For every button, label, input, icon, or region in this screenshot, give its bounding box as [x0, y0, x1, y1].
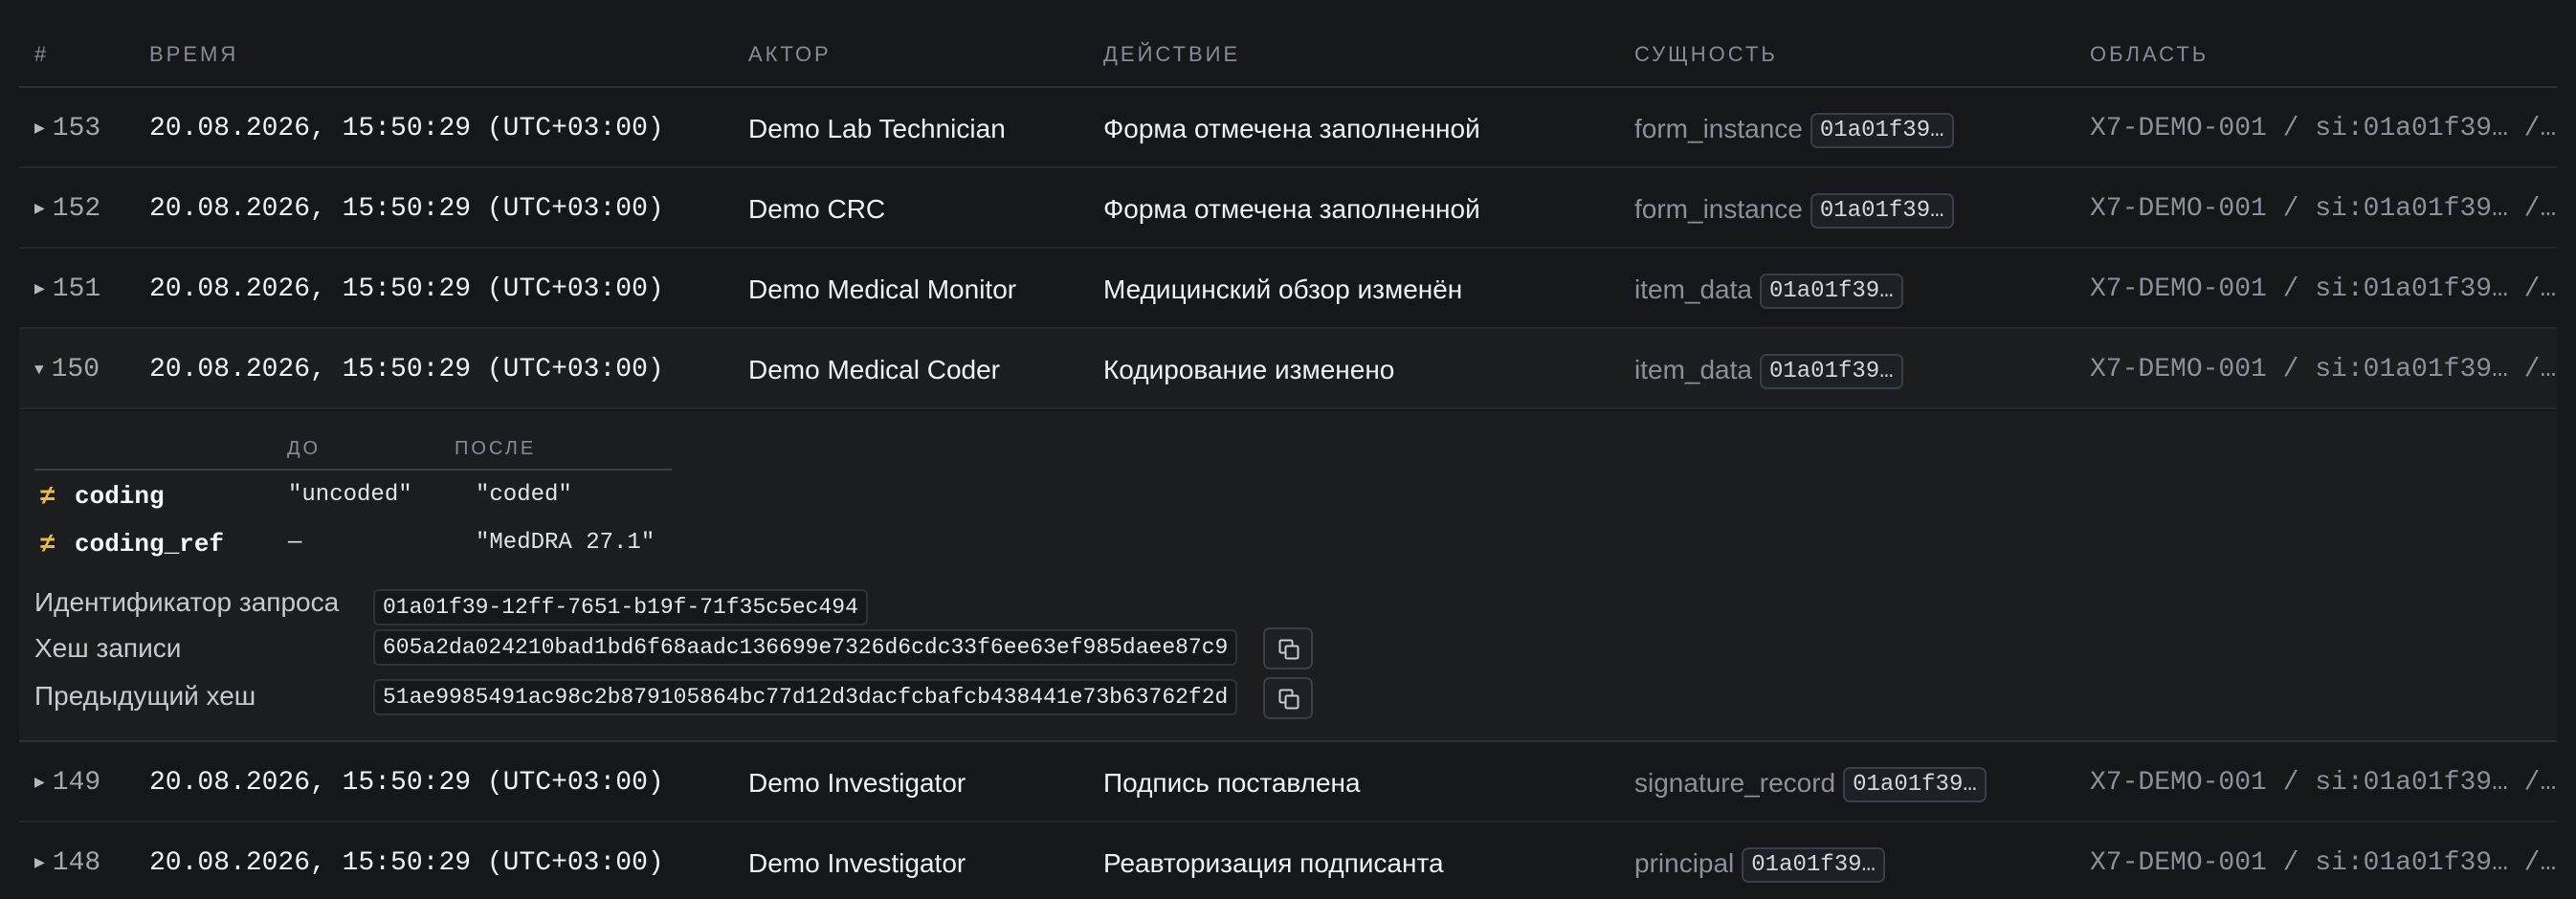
row-area: X7-DEMO-001 / si:01a01f39… /…	[2090, 848, 2557, 878]
table-row-expanded[interactable]: ▼ 150 20.08.2026, 15:50:29 (UTC+03:00) De…	[19, 329, 2557, 409]
row-number-value: 148	[52, 848, 101, 878]
entity-type: item_data	[1634, 355, 1752, 384]
col-header-actor: АКТОР	[748, 42, 832, 66]
row-actor: Demo Medical Coder	[748, 355, 1000, 384]
caret-right-icon[interactable]: ▶	[34, 202, 45, 217]
prev-hash-value[interactable]: 51ae9985491ac98c2b879105864bc77d12d3dacf…	[373, 679, 1238, 715]
row-number: ▶ 149	[34, 768, 100, 798]
diff-divider	[34, 469, 672, 471]
row-entity: item_data 01a01f39…	[1634, 354, 1903, 391]
table-row[interactable]: ▶ 153 20.08.2026, 15:50:29 (UTC+03:00) De…	[19, 88, 2557, 168]
diff-key: coding_ref	[75, 530, 225, 559]
table-row[interactable]: ▶ 149 20.08.2026, 15:50:29 (UTC+03:00) De…	[19, 742, 2557, 822]
row-action: Реавторизация подписанта	[1103, 848, 1444, 878]
col-header-area: ОБЛАСТЬ	[2090, 42, 2210, 66]
copy-prev-hash-button[interactable]	[1263, 677, 1313, 719]
row-action: Форма отмечена заполненной	[1103, 114, 1480, 143]
caret-right-icon[interactable]: ▶	[34, 776, 45, 791]
diff-before-header: ДО	[287, 438, 322, 459]
row-number: ▶ 152	[34, 194, 100, 224]
entity-type: principal	[1634, 848, 1735, 878]
table-row[interactable]: ▶ 151 20.08.2026, 15:50:29 (UTC+03:00) De…	[19, 249, 2557, 329]
request-id-label: Идентификатор запроса	[34, 587, 340, 617]
entity-type: item_data	[1634, 274, 1752, 304]
entity-type: form_instance	[1634, 114, 1803, 143]
copy-icon	[1278, 639, 1299, 660]
row-number: ▶ 151	[34, 274, 100, 304]
copy-icon	[1278, 689, 1299, 710]
copy-hash-button[interactable]	[1263, 627, 1313, 669]
row-time: 20.08.2026, 15:50:29 (UTC+03:00)	[149, 194, 664, 224]
row-action: Медицинский обзор изменён	[1103, 274, 1463, 304]
col-header-num: #	[34, 42, 50, 66]
row-action: Подпись поставлена	[1103, 768, 1361, 798]
row-action: Форма отмечена заполненной	[1103, 194, 1480, 224]
col-header-entity: СУЩНОСТЬ	[1634, 42, 1778, 66]
caret-right-icon[interactable]: ▶	[34, 282, 45, 297]
row-time: 20.08.2026, 15:50:29 (UTC+03:00)	[149, 848, 664, 878]
row-entity: form_instance 01a01f39…	[1634, 193, 1954, 230]
row-time: 20.08.2026, 15:50:29 (UTC+03:00)	[149, 114, 664, 143]
entity-type: signature_record	[1634, 768, 1836, 798]
row-detail-panel: ДО ПОСЛЕ ≠ coding "uncoded" "coded" ≠ co…	[19, 411, 2557, 742]
entity-type: form_instance	[1634, 194, 1803, 224]
diff-after-value: "MedDRA 27.1"	[476, 530, 655, 556]
not-equal-icon: ≠	[40, 528, 56, 558]
row-time: 20.08.2026, 15:50:29 (UTC+03:00)	[149, 768, 664, 798]
row-area: X7-DEMO-001 / si:01a01f39… /…	[2090, 114, 2557, 143]
row-area: X7-DEMO-001 / si:01a01f39… /…	[2090, 768, 2557, 798]
table-row[interactable]: ▶ 148 20.08.2026, 15:50:29 (UTC+03:00) De…	[19, 822, 2557, 899]
row-entity: signature_record 01a01f39…	[1634, 767, 1987, 804]
row-entity: item_data 01a01f39…	[1634, 274, 1903, 311]
diff-before-value: "uncoded"	[288, 482, 412, 508]
row-action: Кодирование изменено	[1103, 355, 1395, 384]
row-area: X7-DEMO-001 / si:01a01f39… /…	[2090, 274, 2557, 304]
row-number-value: 153	[52, 114, 101, 143]
row-time: 20.08.2026, 15:50:29 (UTC+03:00)	[149, 274, 664, 304]
col-header-action: ДЕЙСТВИЕ	[1103, 42, 1241, 66]
entity-id-badge: 01a01f39…	[1810, 193, 1954, 229]
row-actor: Demo Medical Monitor	[748, 274, 1017, 304]
not-equal-icon: ≠	[40, 480, 56, 510]
row-number-value: 149	[52, 768, 101, 798]
caret-right-icon[interactable]: ▶	[34, 856, 45, 871]
prev-hash-label: Предыдущий хеш	[34, 681, 256, 711]
entity-id-badge: 01a01f39…	[1843, 767, 1987, 802]
hash-label: Хеш записи	[34, 633, 182, 663]
row-area: X7-DEMO-001 / si:01a01f39… /…	[2090, 194, 2557, 224]
entity-id-badge: 01a01f39…	[1810, 113, 1954, 148]
row-time: 20.08.2026, 15:50:29 (UTC+03:00)	[149, 355, 664, 384]
table-header: # ВРЕМЯ АКТОР ДЕЙСТВИЕ СУЩНОСТЬ ОБЛАСТЬ	[19, 29, 2557, 88]
diff-key: coding	[75, 482, 165, 511]
entity-id-badge: 01a01f39…	[1742, 847, 1885, 883]
row-number: ▼ 150	[34, 355, 100, 384]
row-actor: Demo Investigator	[748, 848, 966, 878]
request-id-value[interactable]: 01a01f39-12ff-7651-b19f-71f35c5ec494	[373, 589, 868, 625]
entity-id-badge: 01a01f39…	[1759, 274, 1903, 309]
row-number: ▶ 153	[34, 114, 100, 143]
hash-value[interactable]: 605a2da024210bad1bd6f68aadc136699e7326d6…	[373, 629, 1238, 666]
row-actor: Demo Lab Technician	[748, 114, 1006, 143]
entity-id-badge: 01a01f39…	[1759, 354, 1903, 389]
row-area: X7-DEMO-001 / si:01a01f39… /…	[2090, 355, 2557, 384]
diff-after-header: ПОСЛЕ	[455, 438, 537, 459]
row-number: ▶ 148	[34, 848, 100, 878]
row-entity: form_instance 01a01f39…	[1634, 113, 1954, 150]
caret-down-icon[interactable]: ▼	[34, 362, 44, 379]
row-actor: Demo CRC	[748, 194, 886, 224]
row-number-value: 152	[52, 194, 101, 224]
diff-after-value: "coded"	[476, 482, 572, 508]
row-actor: Demo Investigator	[748, 768, 966, 798]
caret-right-icon[interactable]: ▶	[34, 121, 45, 137]
col-header-time: ВРЕМЯ	[149, 42, 239, 66]
table-row[interactable]: ▶ 152 20.08.2026, 15:50:29 (UTC+03:00) De…	[19, 168, 2557, 249]
row-number-value: 151	[52, 274, 101, 304]
diff-before-value: —	[288, 530, 302, 556]
row-entity: principal 01a01f39…	[1634, 847, 1885, 885]
row-number-value: 150	[51, 355, 100, 384]
